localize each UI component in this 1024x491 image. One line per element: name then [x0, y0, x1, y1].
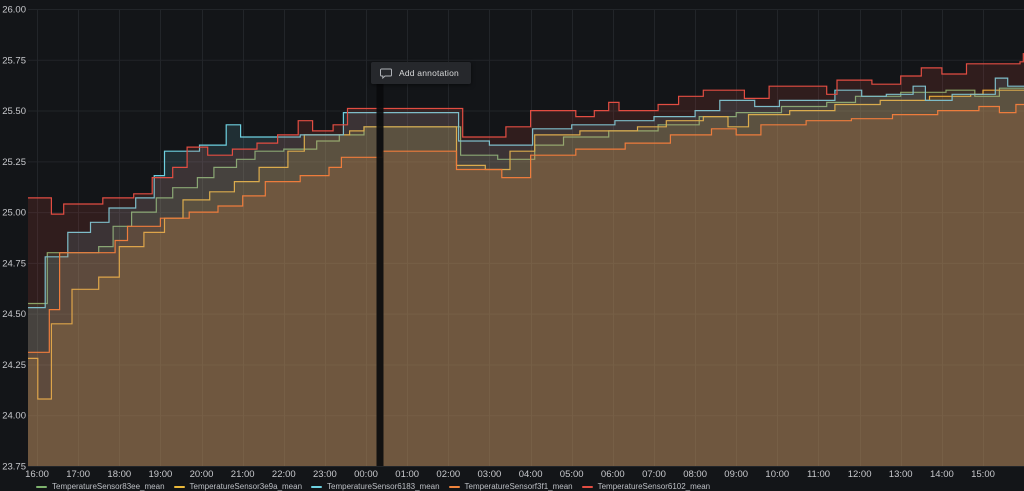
legend-item[interactable]: TemperatureSensor3e9a_mean — [173, 481, 303, 491]
legend-item[interactable]: TemperatureSensor6183_mean — [311, 481, 440, 491]
y-tick-label: 24.00 — [2, 411, 26, 422]
x-tick-label: 09:00 — [724, 469, 748, 480]
x-tick-label: 08:00 — [683, 469, 707, 480]
x-tick-label: 21:00 — [231, 469, 255, 480]
legend-item-label: TemperatureSensor83ee_mean — [52, 482, 165, 491]
x-tick-label: 14:00 — [930, 469, 954, 480]
x-tick-label: 03:00 — [478, 469, 502, 480]
series-fill-TemperatureSensor6102_mean — [28, 53, 1024, 466]
x-tick-label: 04:00 — [519, 469, 543, 480]
x-tick-label: 02:00 — [436, 469, 460, 480]
series-color-dash — [581, 486, 593, 488]
series-color-dash — [173, 486, 185, 488]
x-tick-label: 10:00 — [765, 469, 789, 480]
legend-item-label: TemperatureSensorf3f1_mean — [464, 482, 573, 491]
time-series-chart[interactable]: 26.00 25.75 25.50 25.25 25.00 24.75 24.50 24.25… — [0, 0, 1024, 491]
x-tick-label: 20:00 — [190, 469, 214, 480]
x-tick-label: 16:00 — [25, 469, 49, 480]
legend-item-label: TemperatureSensor6102_mean — [597, 482, 711, 491]
x-tick-label: 00:00 — [354, 469, 378, 480]
x-tick-label: 22:00 — [272, 469, 296, 480]
y-tick-label: 26.00 — [2, 5, 26, 16]
legend-item[interactable]: TemperatureSensor6102_mean — [581, 481, 711, 491]
x-tick-label: 18:00 — [107, 469, 131, 480]
y-tick-label: 23.75 — [2, 462, 26, 473]
y-tick-label: 25.75 — [2, 55, 26, 66]
x-tick-label: 19:00 — [149, 469, 173, 480]
x-tick-label: 11:00 — [807, 469, 830, 480]
add-annotation-tooltip[interactable]: Add annotation — [371, 62, 471, 84]
x-tick-label: 05:00 — [560, 469, 584, 480]
series-color-dash — [448, 486, 460, 488]
legend-item[interactable]: TemperatureSensor83ee_mean — [36, 481, 165, 491]
comment-icon — [380, 68, 392, 79]
y-tick-label: 25.50 — [2, 106, 26, 117]
legend: TemperatureSensor83ee_mean TemperatureSen… — [36, 481, 719, 491]
legend-item-label: TemperatureSensor6183_mean — [327, 482, 440, 491]
y-tick-label: 24.75 — [2, 258, 26, 269]
series-color-dash — [311, 486, 323, 488]
x-tick-label: 23:00 — [313, 469, 337, 480]
x-tick-label: 07:00 — [642, 469, 666, 480]
y-tick-label: 24.25 — [2, 360, 26, 371]
x-tick-label: 01:00 — [395, 469, 419, 480]
y-tick-label: 25.00 — [2, 208, 26, 219]
y-axis: 26.00 25.75 25.50 25.25 25.00 24.75 24.50 24.25… — [2, 5, 26, 473]
series-color-dash — [36, 486, 47, 488]
legend-item-label: TemperatureSensor3e9a_mean — [189, 482, 303, 491]
x-tick-label: 13:00 — [889, 469, 913, 480]
x-axis: 16:00 17:00 18:00 19:00 20:00 21:00 22:00 23:00… — [25, 469, 995, 480]
graph-panel: 26.00 25.75 25.50 25.25 25.00 24.75 24.50 24.25… — [0, 0, 1024, 491]
x-tick-label: 17:00 — [66, 469, 90, 480]
add-annotation-label: Add annotation — [399, 68, 459, 78]
x-tick-label: 12:00 — [848, 469, 872, 480]
y-tick-label: 25.25 — [2, 157, 26, 168]
y-tick-label: 24.50 — [2, 309, 26, 320]
x-tick-label: 06:00 — [601, 469, 625, 480]
x-tick-label: 15:00 — [971, 469, 995, 480]
annotation-cursor[interactable] — [376, 66, 384, 466]
legend-item[interactable]: TemperatureSensorf3f1_mean — [448, 481, 573, 491]
